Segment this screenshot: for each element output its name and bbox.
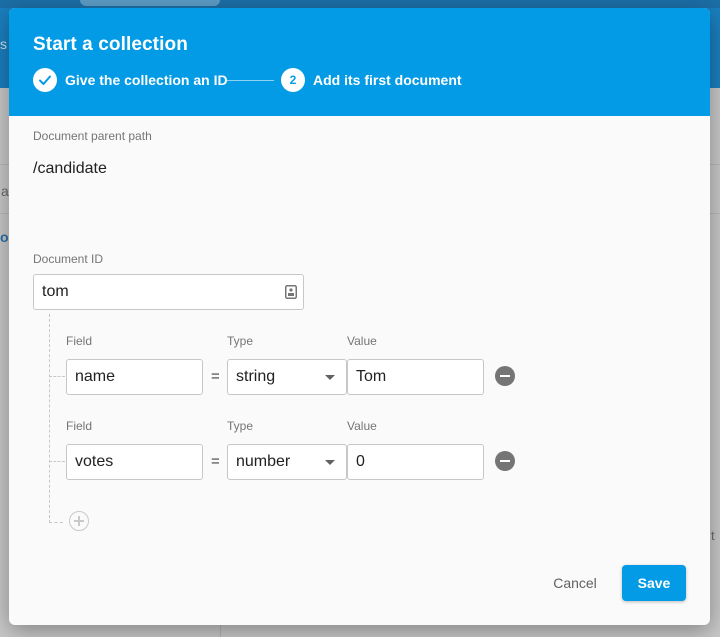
save-button[interactable]: Save	[622, 565, 686, 601]
background-text-fragment: a	[1, 183, 9, 199]
value-column-label: Value	[347, 334, 377, 348]
field-tree-guide	[49, 314, 50, 523]
field-type-select[interactable]: number	[227, 444, 347, 480]
field-tree-branch	[49, 461, 65, 462]
field-column-label: Field	[66, 419, 93, 433]
equals-sign: =	[211, 453, 220, 470]
field-type-value: string	[236, 368, 276, 385]
field-value-input[interactable]	[347, 359, 484, 395]
step-label: Add its first document	[313, 72, 462, 88]
type-column-label: Type	[227, 419, 254, 433]
background-text-fragment: t	[711, 528, 715, 543]
type-column-label: Type	[227, 334, 254, 348]
field-column-label: Field	[66, 334, 93, 348]
field-tree-branch	[49, 376, 65, 377]
dropdown-arrow-icon	[325, 375, 335, 380]
dialog-title: Start a collection	[33, 34, 188, 55]
step-label: Give the collection an ID	[65, 72, 228, 88]
remove-field-icon[interactable]	[495, 366, 515, 386]
value-column-label: Value	[347, 419, 377, 433]
add-field-icon[interactable]	[69, 511, 89, 531]
background-top-chip	[80, 0, 220, 6]
parent-path-label: Document parent path	[33, 129, 152, 143]
cancel-button[interactable]: Cancel	[540, 565, 610, 601]
dropdown-arrow-icon	[325, 460, 335, 465]
field-tree-branch	[49, 522, 63, 523]
step-add-first-document: 2 Add its first document	[281, 67, 462, 93]
step-give-collection-id: Give the collection an ID	[33, 67, 228, 93]
background-text-fragment: s	[0, 36, 7, 52]
document-id-input[interactable]	[33, 274, 304, 310]
parent-path-value: /candidate	[33, 160, 107, 177]
field-value-input[interactable]	[347, 444, 484, 480]
field-name-input[interactable]	[66, 444, 203, 480]
check-icon	[39, 75, 51, 85]
step-number-badge: 2	[281, 68, 305, 92]
step-complete-badge	[33, 68, 57, 92]
dialog-header: Start a collection Give the collection a…	[9, 8, 710, 116]
step-connector	[226, 80, 274, 81]
auto-id-icon[interactable]	[285, 285, 297, 299]
field-name-input[interactable]	[66, 359, 203, 395]
document-id-label: Document ID	[33, 252, 104, 266]
equals-sign: =	[211, 368, 220, 385]
remove-field-icon[interactable]	[495, 451, 515, 471]
field-type-select[interactable]: string	[227, 359, 347, 395]
field-type-value: number	[236, 453, 291, 470]
start-collection-dialog: Start a collection Give the collection a…	[9, 8, 710, 625]
